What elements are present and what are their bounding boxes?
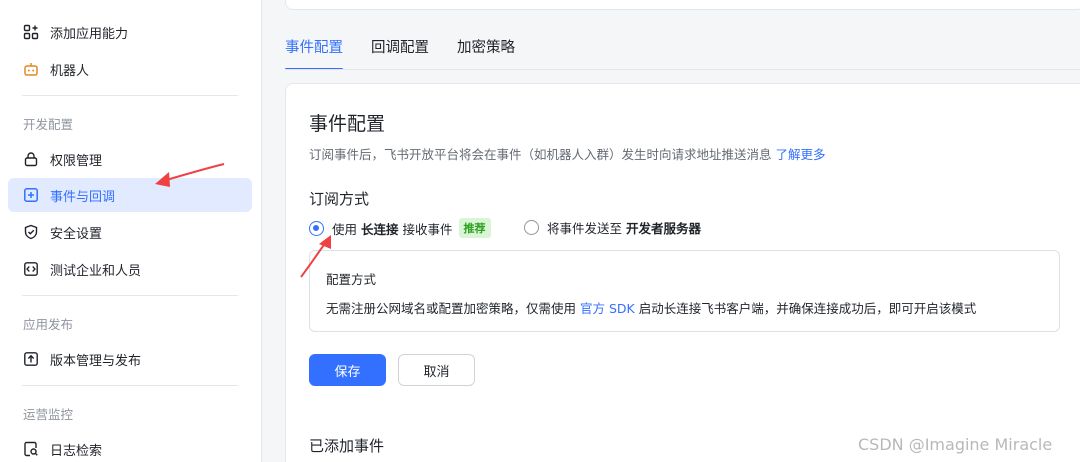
annotation-arrow-sidebar: [155, 163, 225, 187]
annotation-arrow-radio: [300, 235, 331, 278]
annotation-arrows: [155, 163, 331, 278]
